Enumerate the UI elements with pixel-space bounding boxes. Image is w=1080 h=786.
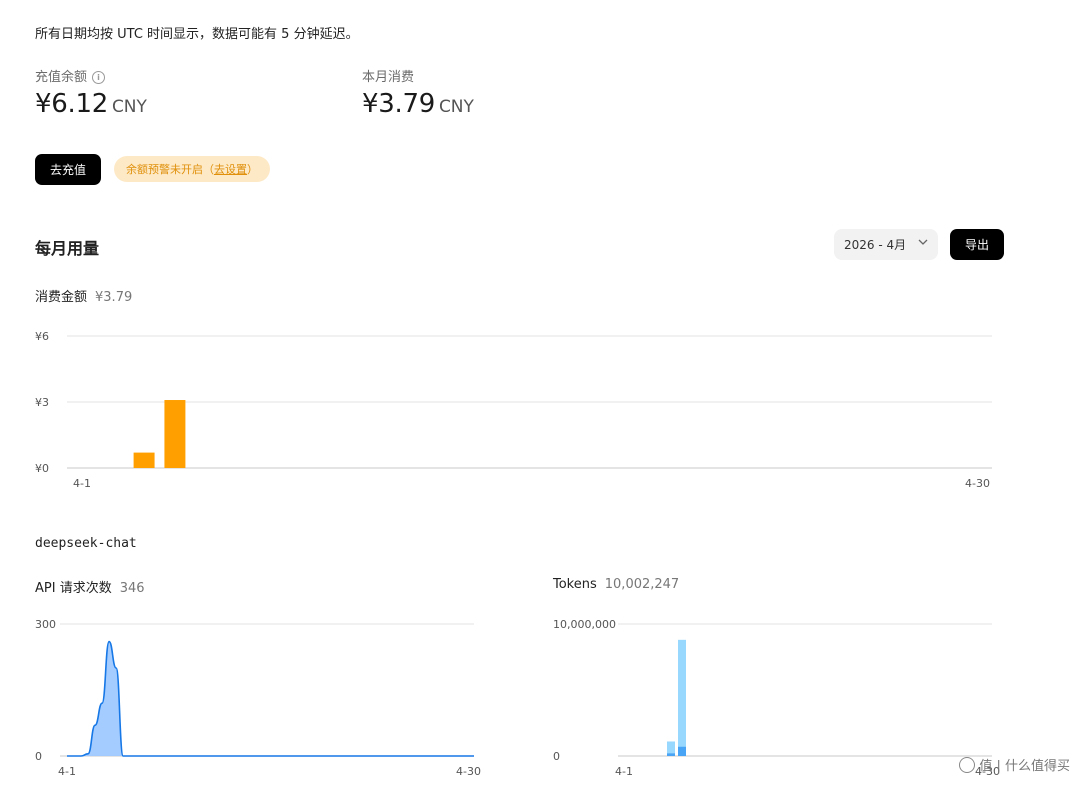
month-spend-block: 本月消费 ¥3.79 CNY — [362, 66, 474, 119]
api-chart-title: API 请求次数 — [35, 581, 112, 596]
info-icon[interactable]: i — [92, 71, 106, 84]
month-spend-label: 本月消费 — [362, 70, 415, 85]
x-tick-label: 4-1 — [58, 765, 76, 778]
y-tick-label: 0 — [35, 750, 42, 763]
y-tick-label: ¥3 — [35, 396, 49, 409]
warning-settings-link[interactable]: 去设置 — [214, 161, 247, 177]
month-select[interactable]: 2026 - 4月 — [834, 229, 938, 260]
api-requests-area-chart: 300 0 4-1 4-30 — [35, 618, 481, 778]
x-tick-label: 4-30 — [965, 477, 990, 490]
x-tick-label: 4-1 — [615, 765, 633, 778]
y-tick-label: 0 — [553, 750, 560, 763]
watermark: 值 | 什么值得买 — [959, 755, 1070, 774]
x-tick-label: 4-1 — [73, 477, 91, 490]
monthly-usage-title: 每月用量 — [35, 239, 100, 258]
balance-unit: CNY — [111, 97, 147, 117]
api-line — [67, 640, 474, 757]
api-chart-value: 346 — [119, 581, 145, 596]
month-spend-unit: CNY — [438, 97, 474, 117]
month-spend-amount: ¥3.79 — [362, 89, 435, 119]
balance-warning-badge: 余额预警未开启（ 去设置） — [114, 156, 270, 182]
spend-chart-label: 消费金额 ¥3.79 — [35, 286, 132, 305]
api-area-fill — [67, 641, 474, 756]
chevron-down-icon — [918, 239, 928, 245]
y-tick-label: ¥6 — [35, 330, 49, 343]
balance-label: 充值余额 — [35, 70, 88, 85]
watermark-logo-icon — [959, 756, 976, 773]
month-select-value: 2026 - 4月 — [844, 238, 907, 252]
tokens-chart-value: 10,002,247 — [604, 577, 680, 592]
y-tick-label: 10,000,000 — [553, 618, 616, 631]
spend-bar — [133, 452, 155, 468]
spend-chart-title: 消费金额 — [35, 290, 88, 305]
y-tick-label: ¥0 — [35, 462, 49, 475]
recharge-button[interactable]: 去充值 — [35, 154, 101, 185]
y-tick-label: 300 — [35, 618, 56, 631]
watermark-text: 值 | 什么值得买 — [979, 759, 1070, 774]
tokens-chart-title: Tokens — [553, 577, 597, 592]
export-button[interactable]: 导出 — [950, 229, 1004, 260]
balance-block: 充值余额 i ¥6.12 CNY — [35, 66, 147, 119]
token-bar-part — [667, 753, 675, 756]
model-name: deepseek-chat — [35, 536, 137, 551]
tokens-chart-label: Tokens 10,002,247 — [553, 577, 679, 592]
warning-close-paren: ） — [247, 163, 258, 176]
warning-text: 余额预警未开启（ — [126, 163, 214, 176]
utc-notice: 所有日期均按 UTC 时间显示，数据可能有 5 分钟延迟。 — [35, 27, 359, 42]
x-tick-label: 4-30 — [456, 765, 481, 778]
api-chart-label: API 请求次数 346 — [35, 577, 145, 596]
balance-amount: ¥6.12 — [35, 89, 108, 119]
spend-bar — [164, 400, 186, 468]
token-bar-total — [678, 639, 686, 756]
spend-chart-value: ¥3.79 — [95, 290, 133, 305]
spend-bar-chart: ¥0 ¥3 ¥6 4-1 4-30 — [35, 330, 992, 490]
token-bar-part — [678, 746, 686, 756]
